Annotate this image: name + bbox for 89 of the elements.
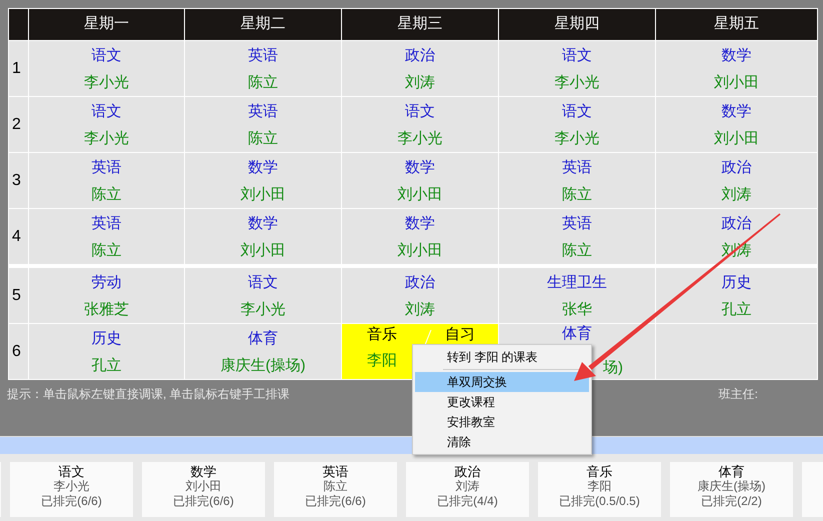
teacher-text: 李阳 [367, 352, 398, 369]
teacher-text: 李小光 [554, 72, 600, 92]
subject-text: 体育 [561, 325, 592, 342]
card-subject: 音乐 [586, 464, 612, 479]
subject-text: 数学 [248, 214, 278, 234]
subject-text: 数学 [722, 102, 752, 122]
subject-text: 体育 [248, 328, 278, 348]
card-status: 已排完(6/6) [41, 494, 102, 509]
card-teacher: 李阳 [588, 479, 612, 494]
teacher-text: 张雅芝 [84, 300, 129, 320]
teacher-text: 刘小田 [398, 240, 442, 260]
subject-text: 政治 [405, 46, 435, 66]
teacher-text: 孔立 [92, 356, 122, 376]
column-header: 星期五 [656, 9, 817, 40]
card-teacher: 刘涛 [456, 479, 480, 494]
teacher-text: 李小光 [84, 72, 129, 92]
subject-text: 语文 [92, 102, 122, 122]
column-header: 星期三 [342, 9, 498, 40]
subject-text: 政治 [405, 272, 435, 292]
teacher-text: 李小光 [240, 300, 286, 320]
teacher-text: 刘涛 [405, 72, 435, 92]
period-number: 5 [9, 268, 28, 323]
card-teacher: 陈立 [324, 479, 348, 494]
teacher-text: 陈立 [92, 240, 122, 260]
subject-text: 数学 [405, 214, 435, 234]
teacher-text: 李小光 [398, 128, 442, 148]
teacher-text: 刘小田 [240, 184, 286, 204]
card-status: 已排完(6/6) [173, 494, 234, 509]
subject-text: 生理卫生 [547, 272, 607, 292]
subject-text: 历史 [92, 328, 122, 348]
teacher-text: 场) [603, 359, 623, 376]
subject-text: 语文 [405, 102, 435, 122]
teacher-text: 刘小田 [714, 128, 759, 148]
subject-text: 劳动 [92, 272, 122, 292]
card-teacher: 李小光 [54, 479, 90, 494]
teacher-text: 陈立 [562, 184, 592, 204]
teacher-text: 刘小田 [398, 184, 442, 204]
card-subject: 政治 [454, 464, 480, 479]
teacher-text: 李小光 [84, 128, 129, 148]
teacher-text: 康庆生(操场) [220, 356, 306, 376]
teacher-text: 刘小田 [714, 72, 759, 92]
subject-text: 英语 [248, 46, 278, 66]
subject-text: 自习 [445, 326, 476, 343]
teacher-text: 陈立 [92, 184, 122, 204]
subject-text: 音乐 [367, 326, 398, 343]
subject-text: 英语 [562, 214, 592, 234]
card-subject: 语文 [58, 464, 84, 479]
column-header: 星期二 [185, 9, 341, 40]
card-status: 已排完(4/4) [437, 494, 498, 509]
subject-text: 语文 [562, 46, 592, 66]
period-number: 3 [9, 153, 28, 208]
subject-text: 英语 [248, 102, 278, 122]
column-header: 星期一 [29, 9, 184, 40]
subject-text: 数学 [248, 158, 278, 178]
period-number: 1 [9, 41, 28, 96]
subject-text: 政治 [722, 158, 752, 178]
teacher-text: 刘涛 [722, 184, 752, 204]
period-number: 6 [9, 324, 28, 379]
period-number: 4 [9, 209, 28, 264]
subject-text: 英语 [92, 214, 122, 234]
teacher-text: 陈立 [248, 128, 278, 148]
teacher-text: 刘小田 [240, 240, 286, 260]
teacher-text: 刘涛 [405, 300, 435, 320]
card-status: 已排完(0.5/0.5) [559, 494, 640, 509]
head-teacher-label: 班主任: [718, 386, 758, 403]
subject-text: 语文 [562, 102, 592, 122]
column-header: 星期四 [499, 9, 655, 40]
subject-text: 语文 [248, 272, 278, 292]
teacher-text: 孔立 [722, 300, 752, 320]
subject-text: 历史 [722, 272, 752, 292]
subject-text: 语文 [92, 46, 122, 66]
hint-text: 提示：单击鼠标左键直接调课, 单击鼠标右键手工排课 [7, 386, 290, 403]
subject-text: 数学 [405, 158, 435, 178]
card-subject: 英语 [322, 464, 348, 479]
card-status: 已排完(6/6) [305, 494, 366, 509]
card-teacher: 刘小田 [186, 479, 222, 494]
subject-text: 英语 [92, 158, 122, 178]
subject-text: 政治 [722, 214, 752, 234]
teacher-text: 张华 [562, 300, 592, 320]
teacher-text: 李小光 [554, 128, 600, 148]
card-teacher: 康庆生(操场) [698, 479, 766, 494]
card-subject: 体育 [718, 464, 744, 479]
period-number: 2 [9, 97, 28, 152]
subject-text: 英语 [562, 158, 592, 178]
subject-text: 数学 [722, 46, 752, 66]
teacher-text: 陈立 [562, 240, 592, 260]
card-status: 已排完(2/2) [701, 494, 762, 509]
teacher-text: 陈立 [248, 72, 278, 92]
card-subject: 数学 [190, 464, 216, 479]
